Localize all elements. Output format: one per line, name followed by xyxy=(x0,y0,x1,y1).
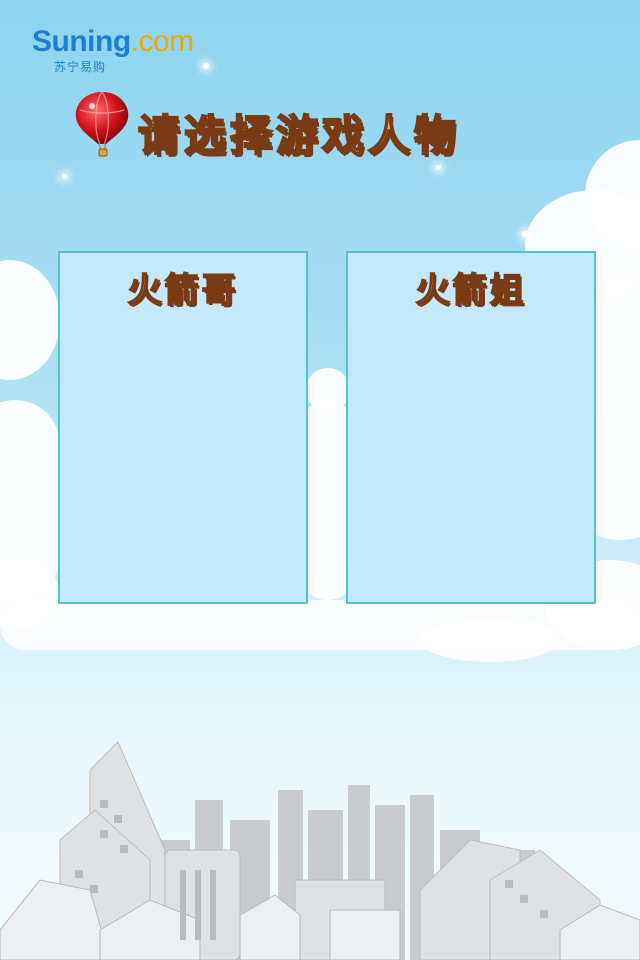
sparkle xyxy=(62,174,67,179)
logo-domain-suffix: .com xyxy=(130,25,195,58)
sparkle xyxy=(203,63,209,69)
character-name: 火箭姐 xyxy=(415,270,527,312)
city-skyline-illustration xyxy=(0,741,640,960)
logo-subtitle: 苏宁易购 xyxy=(54,60,107,74)
sparkle xyxy=(522,231,528,237)
suning-logo[interactable]: Suning.com 苏宁易购 xyxy=(32,26,194,75)
page-title: 请选择游戏人物 xyxy=(137,110,461,161)
logo-brand-name: Suning xyxy=(32,25,131,58)
page-header: 请选择游戏人物 xyxy=(72,88,532,168)
logo-wordmark: Suning.com xyxy=(32,26,194,58)
hot-air-balloon-icon xyxy=(75,91,129,157)
character-card-rocket-brother[interactable]: 火箭哥 xyxy=(58,251,308,604)
character-name: 火箭哥 xyxy=(127,270,239,312)
character-card-rocket-sister[interactable]: 火箭姐 xyxy=(346,251,596,604)
